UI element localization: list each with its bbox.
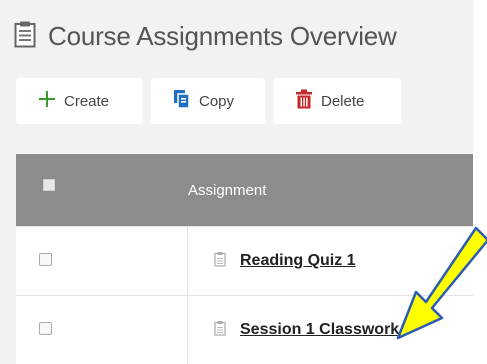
row-checkbox[interactable] [39,322,52,335]
trash-icon [295,89,313,113]
create-button[interactable]: Create [16,78,143,124]
row-select-cell [16,296,188,364]
row-checkbox[interactable] [39,253,52,266]
copy-label: Copy [199,92,235,110]
clipboard-icon [14,20,36,53]
assignment-link[interactable]: Session 1 Classwork [240,321,399,339]
clipboard-icon [214,251,226,272]
select-all-cell [16,154,188,226]
table-row: Reading Quiz 1 [16,226,473,295]
copy-button[interactable]: Copy [151,78,265,124]
table-header: Assignment [16,154,473,226]
toolbar: Create Copy Delete [16,78,401,124]
page-title: Course Assignments Overview [48,20,397,51]
clipboard-icon [214,320,226,341]
assignment-link[interactable]: Reading Quiz 1 [240,252,356,270]
row-select-cell [16,227,188,295]
assignment-name-cell: Session 1 Classwork [188,320,399,341]
table-row: Session 1 Classwork [16,295,473,364]
copy-icon [173,89,191,113]
assignments-page: Course Assignments Overview Create Copy … [0,0,473,364]
page-header: Course Assignments Overview [14,16,397,56]
plus-icon [38,90,56,112]
create-label: Create [64,92,110,110]
assignments-table: Assignment Reading Quiz 1 Session 1 Clas… [16,154,473,364]
select-all-checkbox[interactable] [43,179,55,191]
delete-button[interactable]: Delete [273,78,401,124]
assignment-name-cell: Reading Quiz 1 [188,251,356,272]
assignment-column-header[interactable]: Assignment [188,182,266,199]
delete-label: Delete [321,92,365,110]
